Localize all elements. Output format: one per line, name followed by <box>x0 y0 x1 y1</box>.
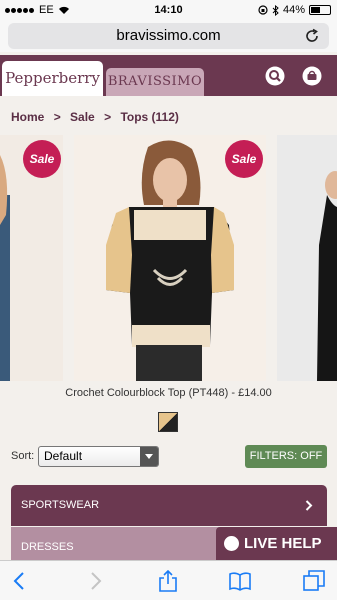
filters-button[interactable]: FILTERS: OFF <box>245 445 327 468</box>
product-caption[interactable]: Crochet Colourblock Top (PT448) - £14.00 <box>0 387 337 399</box>
forward-icon[interactable] <box>84 570 106 592</box>
breadcrumb-home[interactable]: Home <box>11 110 44 124</box>
battery-percent: 44% <box>282 4 305 16</box>
product-photo-next <box>317 171 337 381</box>
breadcrumb: Home > Sale > Tops (112) <box>11 110 185 124</box>
reload-icon[interactable] <box>303 27 321 45</box>
live-help-button[interactable]: LIVE HELP <box>216 527 337 560</box>
colour-swatch[interactable] <box>158 412 178 432</box>
sort-label: Sort: <box>11 450 35 462</box>
sale-badge: Sale <box>225 140 263 178</box>
dropdown-arrow-icon <box>140 447 158 466</box>
browser-toolbar: bravissimo.com <box>0 20 337 52</box>
sale-badge: Sale <box>23 140 61 178</box>
site-header: Pepperberry BRAVISSIMO <box>0 55 337 96</box>
category-sportswear[interactable]: SPORTSWEAR <box>11 485 327 526</box>
product-image-main[interactable]: Sale <box>74 135 266 381</box>
lock-rotation-icon <box>258 5 268 15</box>
share-icon[interactable] <box>157 570 179 592</box>
browser-bottom-bar <box>0 560 337 600</box>
category-label: DRESSES <box>21 541 74 553</box>
bluetooth-icon <box>272 4 279 16</box>
product-carousel[interactable]: Sale Sale <box>0 135 337 381</box>
breadcrumb-separator: > <box>104 110 112 124</box>
basket-icon[interactable] <box>302 66 322 86</box>
bookmarks-icon[interactable] <box>229 570 251 592</box>
tab-pepperberry[interactable]: Pepperberry <box>2 61 103 96</box>
search-icon[interactable] <box>265 66 285 86</box>
tabs-icon[interactable] <box>303 570 325 592</box>
status-bar: EE 14:10 44% <box>0 0 337 20</box>
product-image-previous[interactable]: Sale <box>0 135 63 381</box>
status-right: 44% <box>258 4 331 16</box>
category-label: SPORTSWEAR <box>21 499 100 511</box>
sort-select[interactable]: Default <box>38 446 159 467</box>
chat-icon <box>224 536 239 551</box>
back-icon[interactable] <box>9 570 31 592</box>
breadcrumb-separator: > <box>53 110 61 124</box>
url-bar[interactable]: bravissimo.com <box>8 23 329 49</box>
chevron-right-icon <box>305 500 313 511</box>
sort-value: Default <box>44 449 83 463</box>
battery-icon <box>309 5 331 15</box>
breadcrumb-tops[interactable]: Tops (112) <box>120 110 178 124</box>
breadcrumb-sale[interactable]: Sale <box>70 110 95 124</box>
url-text: bravissimo.com <box>116 27 221 44</box>
product-image-next[interactable] <box>277 135 337 381</box>
tab-bravissimo[interactable]: BRAVISSIMO <box>106 68 204 96</box>
live-help-label: LIVE HELP <box>244 535 322 552</box>
